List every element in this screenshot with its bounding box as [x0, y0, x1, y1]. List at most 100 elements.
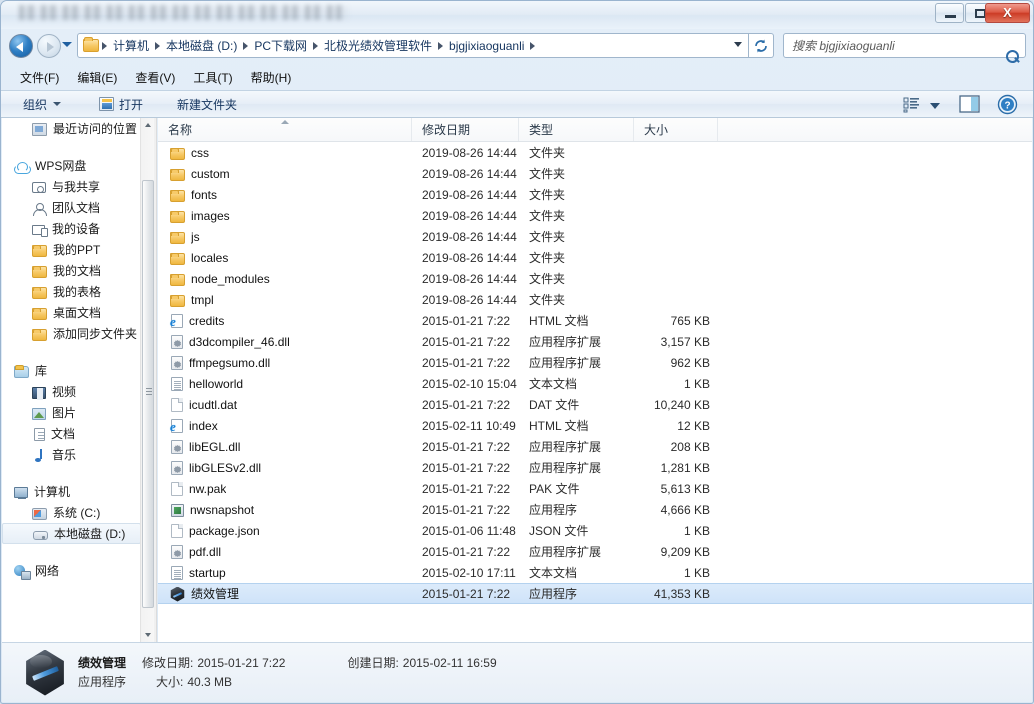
sidebar-item-14[interactable]: 图片	[2, 402, 141, 423]
sidebar-item-7[interactable]: 我的文档	[2, 260, 141, 281]
table-row[interactable]: tmpl 2019-08-26 14:44 文件夹	[158, 289, 1032, 310]
sidebar-item-2[interactable]: WPS网盘	[2, 155, 141, 176]
sidebar-item-18[interactable]: 计算机	[2, 481, 141, 502]
view-options-button[interactable]	[899, 93, 925, 116]
breadcrumb-separator-icon	[243, 41, 249, 50]
table-row[interactable]: 绩效管理 2015-01-21 7:22 应用程序 41,353 KB	[158, 583, 1032, 604]
table-row[interactable]: package.json 2015-01-06 11:48 JSON 文件 1 KB	[158, 520, 1032, 541]
sidebar-item-10[interactable]: 添加同步文件夹	[2, 323, 141, 344]
table-row[interactable]: d3dcompiler_46.dll 2015-01-21 7:22 应用程序扩展 3…	[158, 331, 1032, 352]
breadcrumb-item-2[interactable]: PC下载网	[249, 37, 312, 54]
cell-type: 文件夹	[529, 251, 566, 265]
sidebar-item-13[interactable]: 视频	[2, 381, 141, 402]
table-row[interactable]: custom 2019-08-26 14:44 文件夹	[158, 163, 1032, 184]
table-row[interactable]: index 2015-02-11 10:49 HTML 文档 12 KB	[158, 415, 1032, 436]
scrollbar-thumb[interactable]	[142, 180, 154, 608]
table-row[interactable]: libEGL.dll 2015-01-21 7:22 应用程序扩展 208 KB	[158, 436, 1032, 457]
column-header-size[interactable]: 大小	[634, 118, 718, 141]
back-button[interactable]	[9, 34, 33, 58]
folder-icon	[170, 273, 185, 286]
table-row[interactable]: js 2019-08-26 14:44 文件夹	[158, 226, 1032, 247]
sidebar-item-20[interactable]: 本地磁盘 (D:)	[2, 523, 141, 544]
file-name: helloworld	[189, 376, 244, 391]
help-button[interactable]: ?	[995, 93, 1021, 116]
table-row[interactable]: node_modules 2019-08-26 14:44 文件夹	[158, 268, 1032, 289]
table-row[interactable]: credits 2015-01-21 7:22 HTML 文档 765 KB	[158, 310, 1032, 331]
search-input[interactable]	[792, 38, 1003, 53]
folder-icon	[170, 231, 185, 244]
network-icon	[14, 565, 31, 580]
sidebar-item-3[interactable]: 与我共享	[2, 176, 141, 197]
details-file-name: 绩效管理	[78, 655, 127, 670]
breadcrumb-item-3[interactable]: 北极光绩效管理软件	[319, 37, 437, 54]
sidebar-item-0[interactable]: 最近访问的位置	[2, 118, 141, 139]
sidebar-item-label: 我的设备	[52, 222, 101, 236]
table-row[interactable]: libGLESv2.dll 2015-01-21 7:22 应用程序扩展 1,281 …	[158, 457, 1032, 478]
file-name: startup	[189, 565, 226, 580]
table-row[interactable]: startup 2015-02-10 17:11 文本文档 1 KB	[158, 562, 1032, 583]
column-header-name[interactable]: 名称	[158, 118, 412, 141]
table-row[interactable]: ffmpegsumo.dll 2015-01-21 7:22 应用程序扩展 962 K…	[158, 352, 1032, 373]
sidebar-item-12[interactable]: 库	[2, 360, 141, 381]
column-header-type[interactable]: 类型	[519, 118, 634, 141]
sidebar-item-15[interactable]: 文档	[2, 423, 141, 444]
breadcrumb-item-1[interactable]: 本地磁盘 (D:)	[161, 37, 242, 54]
table-row[interactable]: nwsnapshot 2015-01-21 7:22 应用程序 4,666 KB	[158, 499, 1032, 520]
text-icon	[171, 377, 183, 391]
cell-name: locales	[158, 251, 412, 265]
folder-icon	[170, 168, 185, 181]
menu-help[interactable]: 帮助(H)	[242, 66, 301, 89]
sidebar-item-6[interactable]: 我的PPT	[2, 239, 141, 260]
table-row[interactable]: locales 2019-08-26 14:44 文件夹	[158, 247, 1032, 268]
table-row[interactable]: icudtl.dat 2015-01-21 7:22 DAT 文件 10,240 KB	[158, 394, 1032, 415]
sidebar-item-16[interactable]: 音乐	[2, 444, 141, 465]
sidebar-item-4[interactable]: 团队文档	[2, 197, 141, 218]
refresh-button[interactable]	[749, 33, 774, 58]
pane-splitter[interactable]	[154, 118, 157, 643]
breadcrumb-item-4[interactable]: bjgjixiaoguanli	[444, 39, 529, 53]
table-row[interactable]: helloworld 2015-02-10 15:04 文本文档 1 KB	[158, 373, 1032, 394]
details-modified-label: 修改日期:	[142, 655, 194, 670]
cell-type: 应用程序扩展	[529, 440, 602, 454]
recent-locations-dropdown-icon[interactable]	[62, 42, 72, 47]
menu-view[interactable]: 查看(V)	[126, 66, 184, 89]
sidebar-item-9[interactable]: 桌面文档	[2, 302, 141, 323]
table-row[interactable]: nw.pak 2015-01-21 7:22 PAK 文件 5,613 KB	[158, 478, 1032, 499]
scroll-up-button[interactable]	[141, 118, 154, 133]
table-row[interactable]: css 2019-08-26 14:44 文件夹	[158, 142, 1032, 163]
address-dropdown-icon[interactable]	[734, 42, 742, 47]
open-button[interactable]: 打开	[91, 93, 151, 116]
team-icon	[32, 202, 47, 216]
cell-type: 文件夹	[529, 230, 566, 244]
sidebar-item-22[interactable]: 网络	[2, 560, 141, 581]
scroll-down-button[interactable]	[141, 628, 154, 643]
file-name: css	[191, 145, 209, 160]
sidebar-item-label: 库	[35, 364, 48, 378]
sidebar-item-19[interactable]: 系统 (C:)	[2, 502, 141, 523]
minimize-button[interactable]	[935, 3, 964, 23]
preview-pane-button[interactable]	[957, 93, 983, 116]
forward-button[interactable]	[37, 34, 61, 58]
close-button[interactable]: X	[985, 3, 1030, 23]
menu-edit[interactable]: 编辑(E)	[68, 66, 126, 89]
breadcrumb-item-0[interactable]: 计算机	[108, 37, 154, 54]
cell-modified-date: 2015-01-21 7:22	[422, 439, 511, 454]
organize-button[interactable]: 组织	[15, 93, 69, 116]
cell-name: 绩效管理	[158, 585, 412, 602]
cell-modified-date: 2015-01-21 7:22	[422, 502, 511, 517]
view-dropdown-button[interactable]	[927, 93, 943, 116]
new-folder-button[interactable]: 新建文件夹	[169, 93, 245, 116]
search-box[interactable]	[783, 33, 1026, 63]
sidebar-item-8[interactable]: 我的表格	[2, 281, 141, 302]
breadcrumb[interactable]: 计算机 本地磁盘 (D:) PC下载网 北极光绩效管理软件 bjgjixiaog…	[77, 33, 749, 58]
sidebar-item-5[interactable]: 我的设备	[2, 218, 141, 239]
navigation-scrollbar[interactable]	[140, 118, 154, 643]
table-row[interactable]: fonts 2019-08-26 14:44 文件夹	[158, 184, 1032, 205]
sidebar-item-label: 我的文档	[53, 264, 102, 278]
menu-file[interactable]: 文件(F)	[11, 66, 68, 89]
column-header-date[interactable]: 修改日期	[412, 118, 519, 141]
menu-tools[interactable]: 工具(T)	[184, 66, 241, 89]
title-bar[interactable]: X	[1, 1, 1033, 29]
table-row[interactable]: pdf.dll 2015-01-21 7:22 应用程序扩展 9,209 KB	[158, 541, 1032, 562]
table-row[interactable]: images 2019-08-26 14:44 文件夹	[158, 205, 1032, 226]
